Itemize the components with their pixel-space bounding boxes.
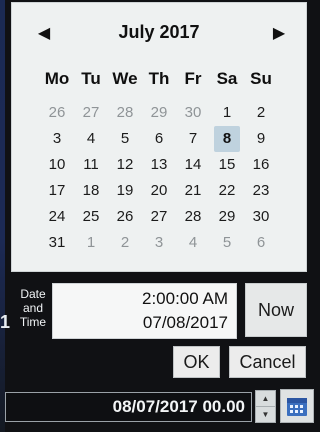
weekday-label: We [112, 69, 138, 88]
calendar-day[interactable]: 23 [244, 178, 278, 204]
calendar-day[interactable]: 11 [74, 152, 108, 178]
selected-day[interactable]: 8 [214, 126, 240, 152]
calendar-day[interactable]: 4 [74, 126, 108, 152]
calendar-day[interactable]: 16 [244, 152, 278, 178]
calendar-day[interactable]: 1 [74, 230, 108, 256]
calendar-day[interactable]: 19 [108, 178, 142, 204]
calendar-day[interactable]: 7 [176, 126, 210, 152]
calendar-day[interactable]: 5 [210, 230, 244, 256]
date-time-label-line: and [22, 301, 44, 315]
calendar-day[interactable]: 12 [108, 152, 142, 178]
calendar-day[interactable]: 24 [40, 204, 74, 230]
spin-up-button[interactable]: ▲ [256, 391, 275, 407]
date-value: 07/08/2017 [142, 313, 228, 332]
calendar-day[interactable]: 20 [142, 178, 176, 204]
month-title: July 2017 [118, 22, 200, 42]
calendar-day[interactable]: 3 [40, 126, 74, 152]
date-time-label-line: Time [19, 315, 47, 329]
weekday-label: Sa [216, 69, 238, 88]
calendar-day[interactable]: 5 [108, 126, 142, 152]
calendar-button[interactable] [280, 389, 314, 423]
calendar-day[interactable]: 2 [244, 100, 278, 126]
time-value: 2:00:00 AM [141, 289, 228, 308]
date-time-label-line: Date [20, 287, 46, 301]
calendar-day[interactable]: 30 [244, 204, 278, 230]
date-time-picker-screen: 1 ◀ July 2017 ▶ Mo Tu We Th Fr Sa Su 26 2… [0, 0, 320, 432]
calendar-day[interactable]: 4 [176, 230, 210, 256]
calendar-day[interactable]: 17 [40, 178, 74, 204]
date-spinner[interactable]: ▲ ▼ [255, 390, 276, 423]
calendar-day[interactable]: 6 [244, 230, 278, 256]
calendar-day[interactable]: 28 [108, 100, 142, 126]
calendar-days-grid: 26 27 28 29 30 1 2 3 4 5 6 7 8 9 10 11 12 13 14 15 16 17 18 19 2… [40, 100, 278, 256]
triangle-up-icon: ▲ [261, 394, 270, 403]
calendar-day[interactable]: 15 [210, 152, 244, 178]
calendar-day[interactable]: 29 [142, 100, 176, 126]
calendar-day[interactable]: 27 [142, 204, 176, 230]
weekday-label: Su [250, 69, 272, 88]
calendar-icon [287, 398, 307, 416]
calendar-day[interactable]: 28 [176, 204, 210, 230]
calendar-panel: ◀ July 2017 ▶ Mo Tu We Th Fr Sa Su 26 27 2… [11, 2, 307, 272]
calendar-day[interactable]: 22 [210, 178, 244, 204]
weekday-header: Mo Tu We Th Fr Sa Su [40, 69, 278, 91]
triangle-down-icon: ▼ [261, 410, 270, 419]
chevron-right-icon: ▶ [272, 25, 286, 42]
calendar-day[interactable]: 10 [40, 152, 74, 178]
calendar-day[interactable]: 26 [40, 100, 74, 126]
weekday-label: Fr [184, 69, 202, 88]
calendar-day[interactable]: 25 [74, 204, 108, 230]
calendar-header: ◀ July 2017 ▶ [12, 19, 306, 47]
now-button[interactable]: Now [245, 283, 307, 337]
calendar-day[interactable]: 3 [142, 230, 176, 256]
cancel-button[interactable]: Cancel [229, 346, 306, 378]
ok-button[interactable]: OK [173, 346, 220, 378]
date-time-field[interactable]: 2:00:00 AM 07/08/2017 [52, 283, 237, 339]
left-edge-accent [0, 0, 5, 432]
weekday-label: Th [148, 69, 170, 88]
calendar-day[interactable]: 13 [142, 152, 176, 178]
spin-down-button[interactable]: ▼ [256, 407, 275, 422]
calendar-day[interactable]: 6 [142, 126, 176, 152]
calendar-day[interactable]: 9 [244, 126, 278, 152]
next-month-button[interactable]: ▶ [268, 23, 290, 43]
calendar-day[interactable]: 14 [176, 152, 210, 178]
calendar-day[interactable]: 18 [74, 178, 108, 204]
calendar-day[interactable]: 21 [176, 178, 210, 204]
calendar-day[interactable]: 30 [176, 100, 210, 126]
weekday-label: Mo [44, 69, 70, 88]
calendar-day[interactable]: 26 [108, 204, 142, 230]
calendar-day[interactable]: 1 [210, 100, 244, 126]
date-time-label: Date and Time [14, 287, 52, 329]
left-marker: 1 [0, 312, 11, 332]
date-time-input[interactable]: 08/07/2017 00.00 [5, 392, 252, 422]
calendar-day[interactable]: 27 [74, 100, 108, 126]
calendar-day[interactable]: 2 [108, 230, 142, 256]
weekday-label: Tu [81, 69, 101, 88]
calendar-day[interactable]: 31 [40, 230, 74, 256]
calendar-day[interactable]: 29 [210, 204, 244, 230]
